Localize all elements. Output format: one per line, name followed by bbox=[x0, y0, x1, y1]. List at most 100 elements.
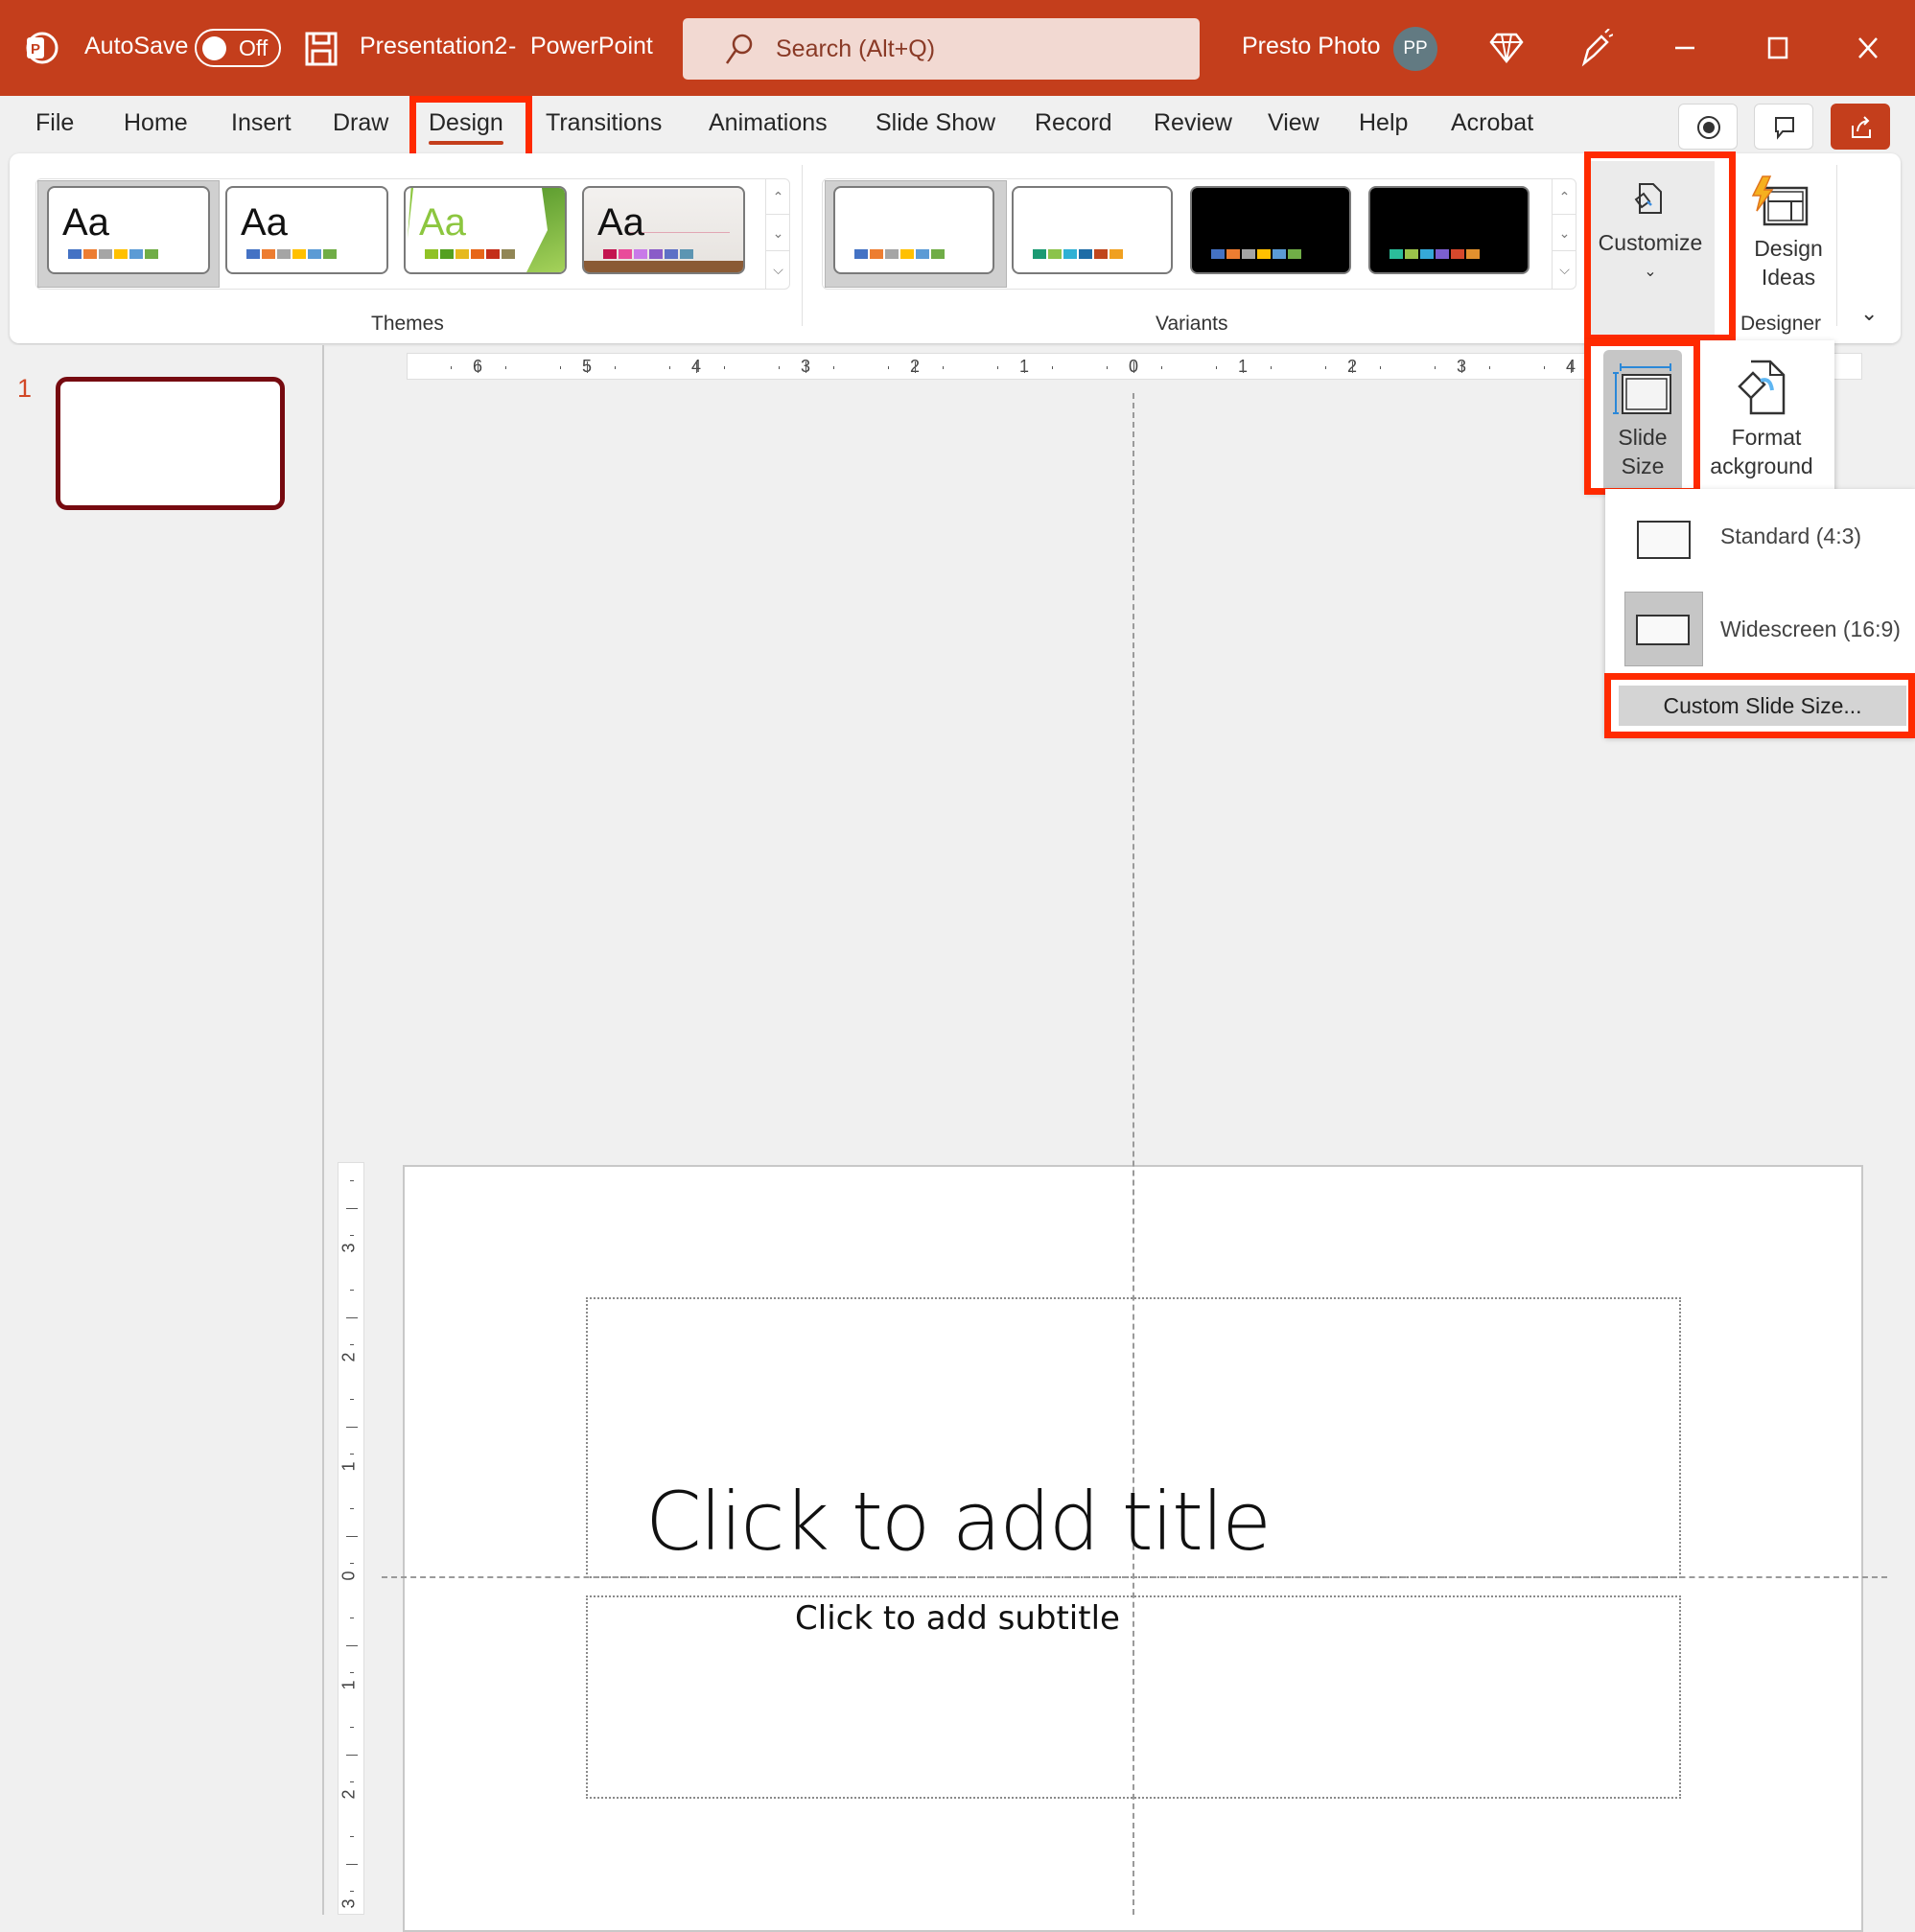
menu-item-widescreen[interactable]: Widescreen (16:9) bbox=[1605, 592, 1915, 670]
customize-highlight bbox=[1584, 151, 1736, 341]
widescreen-16x9-icon bbox=[1636, 615, 1690, 645]
title-bar: P AutoSave Off Presentation2 - PowerPoin… bbox=[0, 0, 1915, 96]
more-icon[interactable]: ⌵ bbox=[766, 251, 790, 288]
color-swatch bbox=[1288, 249, 1301, 259]
menu-item-standard[interactable]: Standard (4:3) bbox=[1605, 499, 1915, 577]
autosave-label: AutoSave bbox=[84, 33, 189, 59]
tab-help[interactable]: Help bbox=[1359, 109, 1408, 137]
color-swatch bbox=[502, 249, 515, 259]
pen-icon[interactable] bbox=[1578, 28, 1614, 72]
color-swatch bbox=[292, 249, 306, 259]
slide-thumbnail[interactable] bbox=[56, 377, 285, 510]
tab-insert[interactable]: Insert bbox=[231, 109, 292, 137]
autosave-toggle[interactable]: Off bbox=[195, 29, 281, 67]
ruler-tick bbox=[350, 1891, 354, 1892]
color-swatch bbox=[916, 249, 929, 259]
color-swatch bbox=[900, 249, 914, 259]
format-background-button[interactable]: Format ackground bbox=[1699, 350, 1833, 494]
tab-draw[interactable]: Draw bbox=[333, 109, 388, 137]
tab-slide-show[interactable]: Slide Show bbox=[876, 109, 995, 137]
minimize-icon[interactable] bbox=[1666, 29, 1704, 67]
ruler-tick bbox=[504, 366, 506, 369]
ruler-tick bbox=[350, 1781, 354, 1782]
color-swatch bbox=[1094, 249, 1108, 259]
slide-number: 1 bbox=[17, 374, 33, 403]
slide-title[interactable]: Click to add title bbox=[0, 1475, 1915, 1569]
variant-thumbnail[interactable] bbox=[1190, 186, 1351, 274]
scroll-down-icon[interactable]: ⌄ bbox=[1553, 215, 1576, 251]
ruler-tick bbox=[1270, 366, 1272, 369]
theme-thumbnail[interactable]: Aa bbox=[47, 186, 210, 274]
ruler-tick bbox=[1324, 366, 1326, 369]
ruler-tick bbox=[1379, 366, 1381, 369]
diamond-icon[interactable] bbox=[1489, 31, 1524, 70]
tab-transitions[interactable]: Transitions bbox=[546, 109, 662, 137]
ruler-tick bbox=[942, 366, 944, 369]
ruler-tick bbox=[346, 1207, 358, 1209]
theme-thumbnail[interactable]: Aa bbox=[404, 186, 567, 274]
color-swatch bbox=[1420, 249, 1434, 259]
scroll-up-icon[interactable]: ⌃ bbox=[1553, 178, 1576, 215]
record-button[interactable] bbox=[1678, 104, 1738, 150]
variants-scroll: ⌃ ⌄ ⌵ bbox=[1552, 178, 1576, 290]
scroll-up-icon[interactable]: ⌃ bbox=[766, 178, 790, 215]
design-ideas-button[interactable]: Design Ideas bbox=[1736, 161, 1841, 314]
color-swatch bbox=[1048, 249, 1062, 259]
close-icon[interactable] bbox=[1849, 29, 1887, 67]
color-swatch bbox=[1242, 249, 1255, 259]
ruler-tick bbox=[1133, 361, 1134, 373]
color-swatch bbox=[440, 249, 454, 259]
group-separator bbox=[1836, 165, 1837, 326]
variant-thumbnail[interactable] bbox=[1368, 186, 1530, 274]
tab-acrobat[interactable]: Acrobat bbox=[1451, 109, 1533, 137]
slide-subtitle[interactable]: Click to add subtitle bbox=[0, 1599, 1915, 1638]
horizontal-guide[interactable] bbox=[382, 1576, 1887, 1578]
color-swatch bbox=[145, 249, 158, 259]
user-name[interactable]: Presto Photo bbox=[1242, 33, 1381, 60]
color-swatch bbox=[486, 249, 500, 259]
variant-color-swatches bbox=[1390, 249, 1480, 259]
share-button[interactable] bbox=[1831, 104, 1890, 150]
document-title: Presentation2 bbox=[360, 33, 508, 59]
theme-thumbnail[interactable]: Aa bbox=[225, 186, 388, 274]
tab-home[interactable]: Home bbox=[124, 109, 188, 137]
color-swatch bbox=[1257, 249, 1271, 259]
ruler-tick bbox=[346, 1863, 358, 1865]
tab-review[interactable]: Review bbox=[1154, 109, 1232, 137]
variant-thumbnail[interactable] bbox=[1012, 186, 1173, 274]
search-box[interactable]: Search (Alt+Q) bbox=[683, 18, 1200, 80]
maximize-icon[interactable] bbox=[1758, 29, 1796, 67]
ruler-number: 3 bbox=[339, 1243, 359, 1253]
format-background-label-2: ackground bbox=[1710, 454, 1813, 478]
theme-color-swatches bbox=[246, 249, 337, 259]
format-background-label-1: Format bbox=[1731, 425, 1802, 450]
tab-view[interactable]: View bbox=[1268, 109, 1319, 137]
ruler-tick bbox=[1434, 366, 1436, 369]
collapse-ribbon-icon[interactable]: ⌄ bbox=[1860, 301, 1878, 326]
menu-item-label: Widescreen (16:9) bbox=[1720, 617, 1901, 641]
color-swatch bbox=[323, 249, 337, 259]
ruler-tick bbox=[346, 1644, 358, 1646]
avatar[interactable]: PP bbox=[1393, 27, 1437, 71]
theme-sample-text: Aa bbox=[419, 201, 466, 244]
tab-animations[interactable]: Animations bbox=[709, 109, 828, 137]
scroll-down-icon[interactable]: ⌄ bbox=[766, 215, 790, 251]
tab-file[interactable]: File bbox=[35, 109, 74, 137]
design-ideas-icon bbox=[1749, 175, 1810, 233]
variant-thumbnail[interactable] bbox=[833, 186, 994, 274]
tab-record[interactable]: Record bbox=[1035, 109, 1112, 137]
color-swatch bbox=[1033, 249, 1046, 259]
save-icon[interactable] bbox=[305, 32, 338, 71]
ruler-tick bbox=[350, 1290, 354, 1291]
more-icon[interactable]: ⌵ bbox=[1553, 251, 1576, 288]
color-swatch bbox=[870, 249, 883, 259]
theme-thumbnail[interactable]: Aa bbox=[582, 186, 745, 274]
ruler-number: 2 bbox=[339, 1352, 359, 1362]
comments-button[interactable] bbox=[1754, 104, 1813, 150]
ruler-tick bbox=[350, 1727, 354, 1728]
color-swatch bbox=[455, 249, 469, 259]
ruler-tick bbox=[346, 1754, 358, 1756]
ruler-number: 3 bbox=[339, 1898, 359, 1909]
comment-icon bbox=[1775, 117, 1794, 140]
vertical-guide[interactable] bbox=[1133, 393, 1134, 1915]
